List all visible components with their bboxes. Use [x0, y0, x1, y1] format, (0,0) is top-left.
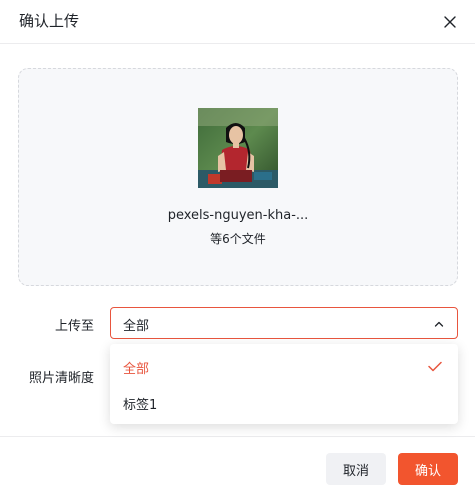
dialog-title: 确认上传: [19, 12, 80, 30]
upload-destination-select[interactable]: 全部: [110, 307, 458, 339]
check-icon: [428, 361, 442, 372]
dialog-footer: 取消 确认: [0, 436, 475, 493]
dialog-header: 确认上传: [0, 0, 475, 44]
chevron-up-icon: [434, 321, 444, 327]
file-count: 等6个文件: [210, 232, 266, 246]
option-label: 标签1: [123, 398, 158, 413]
close-button[interactable]: [439, 11, 461, 33]
close-icon[interactable]: [444, 16, 456, 28]
select-option-tag1[interactable]: 标签1: [110, 384, 458, 420]
file-name: pexels-nguyen-kha-...: [167, 208, 309, 223]
confirm-button[interactable]: 确认: [398, 453, 458, 485]
option-label: 全部: [123, 362, 150, 377]
photo-quality-label: 照片清晰度: [28, 371, 94, 386]
select-dropdown: 全部 标签1: [110, 344, 458, 424]
select-value: 全部: [123, 319, 150, 334]
upload-dropzone[interactable]: pexels-nguyen-kha-... 等6个文件: [18, 68, 458, 286]
upload-to-label: 上传至: [54, 319, 94, 334]
upload-confirm-dialog: 确认上传 pexels-nguyen-kha-... 等6个文件 上传至 照片清…: [0, 0, 475, 493]
photo-thumbnail-image: [198, 108, 278, 188]
select-option-all[interactable]: 全部: [110, 348, 458, 384]
cancel-button[interactable]: 取消: [326, 453, 386, 485]
file-thumbnail: [198, 108, 278, 188]
